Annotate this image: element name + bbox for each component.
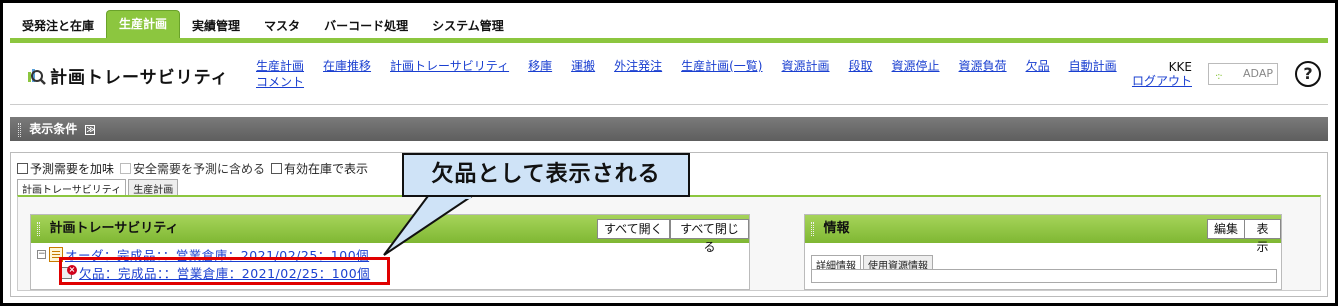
- callout-label: 欠品として表示される: [402, 153, 690, 197]
- topnav-tab-system[interactable]: システム管理: [420, 14, 516, 38]
- topnav-tab-barcode[interactable]: バーコード処理: [312, 14, 420, 38]
- link-transport[interactable]: 運搬: [571, 58, 595, 90]
- option-available-stock[interactable]: 有効在庫で表示: [271, 160, 368, 177]
- conditions-title: 表示条件: [29, 122, 78, 136]
- user-info: KKE ログアウト: [1116, 60, 1192, 88]
- page-title: 計画トレーサビリティ: [26, 63, 229, 88]
- safety-demand-checkbox: [120, 163, 132, 174]
- grip-icon: [37, 221, 40, 236]
- page-header: 計画トレーサビリティ 生産計画 コメント 在庫推移 計画トレーサビリティ 移庫 運…: [10, 43, 1328, 105]
- page-title-text: 計画トレーサビリティ: [50, 68, 229, 88]
- link-resource-load[interactable]: 資源負荷: [959, 58, 1007, 90]
- logout-link[interactable]: ログアウト: [1116, 74, 1192, 88]
- help-button[interactable]: ?: [1295, 61, 1321, 87]
- topnav-tab-master[interactable]: マスタ: [252, 14, 312, 38]
- link-production-comment[interactable]: 生産計画 コメント: [256, 58, 304, 90]
- info-panel-header: 情報 編集 表示: [805, 215, 1281, 254]
- edit-button[interactable]: 編集: [1207, 219, 1246, 239]
- tree-collapse-icon[interactable]: −: [37, 249, 46, 259]
- show-button[interactable]: 表示: [1244, 219, 1281, 254]
- option-safety-demand: 安全需要を予測に含める: [120, 160, 265, 177]
- option-checkboxes: 予測需要を加味 安全需要を予測に含める 有効在庫で表示: [17, 160, 374, 177]
- link-resource-plan[interactable]: 資源計画: [782, 58, 830, 90]
- topnav-tab-production-plan[interactable]: 生産計画: [106, 10, 181, 38]
- link-resource-stop[interactable]: 資源停止: [892, 58, 940, 90]
- conditions-bar[interactable]: 表示条件 ≫: [10, 117, 1328, 141]
- option-forecast[interactable]: 予測需要を加味: [17, 160, 114, 177]
- link-setup[interactable]: 段取: [849, 58, 873, 90]
- traceability-panel-title: 計画トレーサビリティ: [49, 221, 179, 236]
- info-panel: 情報 編集 表示 詳細情報 使用資源情報: [804, 214, 1282, 290]
- collapse-toggle-icon[interactable]: ≫: [85, 124, 96, 135]
- link-plan-traceability[interactable]: 計画トレーサビリティ: [390, 58, 509, 90]
- link-inventory-trend[interactable]: 在庫推移: [323, 58, 371, 90]
- expand-all-button[interactable]: すべて開く: [597, 219, 670, 239]
- collapse-all-button[interactable]: すべて閉じる: [670, 219, 749, 254]
- shortage-highlight-box: [59, 257, 390, 285]
- available-stock-checkbox[interactable]: [271, 163, 283, 174]
- forecast-checkbox[interactable]: [17, 163, 28, 174]
- topnav-tab-results[interactable]: 実績管理: [180, 14, 252, 38]
- logo-dots-icon: ·:·: [1215, 71, 1223, 82]
- user-name: KKE: [1168, 60, 1192, 74]
- callout-pointer: [383, 195, 476, 256]
- info-content-box: [811, 269, 1277, 283]
- grip-icon: [18, 122, 21, 137]
- topnav-tab-orders[interactable]: 受発注と在庫: [10, 14, 106, 38]
- link-shortage[interactable]: 欠品: [1026, 58, 1050, 90]
- link-transfer[interactable]: 移庫: [528, 58, 552, 90]
- top-navigation: 受発注と在庫 生産計画 実績管理 マスタ バーコード処理 システム管理: [10, 10, 516, 38]
- info-panel-title: 情報: [823, 221, 850, 236]
- link-outsource-order[interactable]: 外注発注: [614, 58, 662, 90]
- grip-icon: [811, 221, 814, 236]
- link-auto-plan[interactable]: 自動計画: [1069, 58, 1117, 90]
- adap-logo: ·:· ADAP: [1208, 63, 1278, 85]
- link-production-plan-list[interactable]: 生産計画(一覧): [681, 58, 762, 90]
- magnifier-icon: [28, 68, 46, 85]
- header-links: 生産計画 コメント 在庫推移 計画トレーサビリティ 移庫 運搬 外注発注 生産計画…: [256, 58, 1136, 90]
